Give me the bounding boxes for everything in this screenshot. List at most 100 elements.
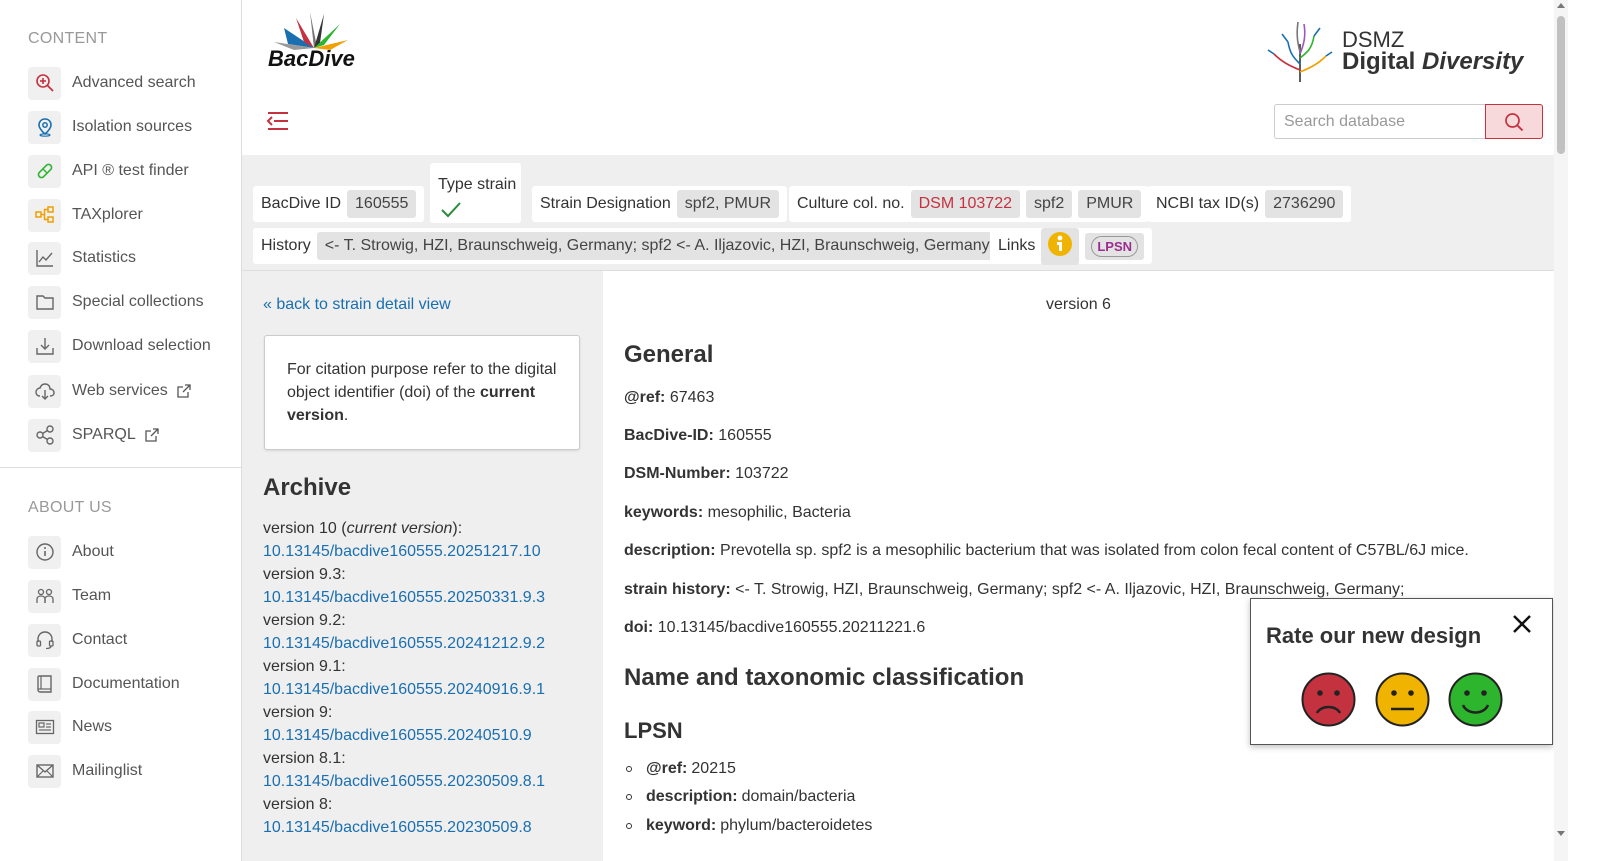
sidebar-item-sparql[interactable]: SPARQL [28, 418, 160, 452]
archive-doi-link[interactable]: 10.13145/bacdive160555.20251217.10 [263, 540, 593, 563]
culture-value: spf2 [1026, 190, 1073, 218]
sidebar-item-statistics[interactable]: Statistics [28, 241, 136, 275]
archive-version: version 9: [263, 704, 333, 721]
sidebar-item-label: Isolation sources [72, 118, 193, 135]
strain-designation-label: Strain Designation [540, 195, 671, 212]
sidebar-item-taxplorer[interactable]: TAXplorer [28, 198, 143, 232]
field-doi: doi: 10.13145/bacdive160555.20211221.6 [624, 619, 926, 636]
sidebar-item-news[interactable]: News [28, 710, 112, 744]
line-chart-icon [28, 241, 61, 275]
strain-info-bar: BacDive ID 160555 Type strain Strain Des… [242, 155, 1554, 271]
sidebar-item-label: Web services [72, 382, 168, 399]
citation-box: For citation purpose refer to the digita… [264, 335, 580, 450]
sidebar-item-label: SPARQL [72, 426, 136, 443]
close-icon[interactable] [1509, 611, 1535, 637]
sidebar-item-api-test-finder[interactable]: API ® test finder [28, 154, 189, 188]
culture-label: Culture col. no. [797, 195, 905, 212]
page-scrollbar[interactable] [1554, 0, 1568, 861]
info-link-button[interactable] [1041, 227, 1080, 265]
sidebar-item-download-selection[interactable]: Download selection [28, 329, 211, 363]
archive-doi-link[interactable]: 10.13145/bacdive160555.20240916.9.1 [263, 678, 593, 701]
sidebar-item-special-collections[interactable]: Special collections [28, 285, 204, 319]
archive-version: version 9.2: [263, 612, 346, 629]
sidebar-item-label: Download selection [72, 337, 211, 354]
pill-icon [28, 154, 61, 188]
sidebar-item-label: Special collections [72, 293, 204, 310]
sidebar-item-mailinglist[interactable]: Mailinglist [28, 754, 142, 788]
ncbi-value: 2736290 [1265, 190, 1344, 218]
external-link-icon [176, 383, 192, 399]
ncbi-tax-chip: NCBI tax ID(s) 2736290 [1148, 186, 1352, 222]
folder-icon [28, 285, 61, 319]
sidebar-divider [0, 467, 242, 468]
archive-doi-link[interactable]: 10.13145/bacdive160555.20240510.9 [263, 724, 593, 747]
sidebar-item-contact[interactable]: Contact [28, 623, 127, 657]
sidebar-item-label: About [72, 543, 114, 560]
archive-list: version 10 (current version): 10.13145/b… [263, 517, 593, 839]
back-to-strain-link[interactable]: « back to strain detail view [263, 296, 451, 314]
sidebar-item-team[interactable]: Team [28, 579, 111, 613]
checkmark-icon [441, 202, 461, 218]
field-bacdive-id: BacDive-ID: 160555 [624, 427, 772, 444]
history-label: History [261, 237, 311, 254]
zoom-in-icon [28, 66, 61, 100]
search-input[interactable] [1274, 104, 1486, 139]
info-person-icon [1048, 231, 1073, 256]
scroll-down-arrow[interactable] [1557, 831, 1565, 836]
lpsn-item: keyword: phylum/bacteroidetes [624, 817, 872, 835]
menu-toggle-icon[interactable] [266, 110, 290, 132]
external-link-icon [144, 427, 160, 443]
sidebar-item-web-services[interactable]: Web services [28, 374, 192, 408]
sidebar-item-label: Advanced search [72, 74, 196, 91]
scroll-thumb[interactable] [1557, 16, 1565, 154]
search-button[interactable] [1485, 104, 1543, 139]
bacdive-id-label: BacDive ID [261, 195, 342, 212]
bacdive-id-value: 160555 [347, 190, 417, 218]
newspaper-icon [28, 710, 61, 744]
archive-doi-link[interactable]: 10.13145/bacdive160555.20241212.9.2 [263, 632, 593, 655]
header: BacDive DSMZ Digital Diversity [242, 0, 1554, 155]
sidebar-item-advanced-search[interactable]: Advanced search [28, 66, 196, 100]
archive-doi-link[interactable]: 10.13145/bacdive160555.20230509.8 [263, 816, 593, 839]
bacdive-logo-text: BacDive [268, 46, 355, 71]
lpsn-badge: LPSN [1091, 235, 1139, 257]
info-icon [28, 535, 61, 569]
sidebar-item-label: Statistics [72, 249, 137, 266]
neutral-face-icon[interactable] [1375, 672, 1430, 727]
field-strain-history: strain history: <- T. Strowig, HZI, Brau… [624, 581, 1405, 598]
sad-face-icon[interactable] [1301, 672, 1356, 727]
headset-icon [28, 623, 61, 657]
sidebar: CONTENT Advanced search Isolation source… [0, 0, 242, 861]
tree-icon [28, 198, 61, 232]
links-chip: Links LPSN [990, 227, 1153, 265]
archive-title: Archive [263, 474, 352, 501]
culture-link-dsm[interactable]: DSM 103722 [910, 190, 1020, 218]
strain-designation-chip: Strain Designation spf2, PMUR [532, 186, 787, 222]
ncbi-label: NCBI tax ID(s) [1156, 195, 1260, 212]
lpsn-item: description: domain/bacteria [624, 788, 855, 806]
sidebar-item-documentation[interactable]: Documentation [28, 667, 180, 701]
about-section-title: ABOUT US [28, 499, 112, 516]
taxonomy-heading: Name and taxonomic classification [624, 664, 1025, 691]
lpsn-link-button[interactable]: LPSN [1085, 232, 1145, 260]
team-icon [28, 579, 61, 613]
bacdive-logo[interactable]: BacDive [264, 12, 364, 90]
bacdive-id-chip: BacDive ID 160555 [253, 186, 425, 222]
sidebar-item-isolation-sources[interactable]: Isolation sources [28, 110, 192, 144]
lpsn-item: @ref: 20215 [624, 760, 736, 778]
sidebar-item-label: Team [72, 587, 112, 604]
scroll-up-arrow[interactable] [1557, 3, 1565, 8]
sidebar-item-label: Mailinglist [72, 762, 143, 779]
archive-doi-link[interactable]: 10.13145/bacdive160555.20250331.9.3 [263, 586, 593, 609]
content-section-title: CONTENT [28, 30, 108, 47]
archive-version: version 10 (current version): [263, 520, 463, 537]
culture-collection-chip: Culture col. no. DSM 103722 spf2 PMUR [789, 186, 1150, 222]
search-icon [1505, 112, 1524, 131]
happy-face-icon[interactable] [1448, 672, 1503, 727]
archive-doi-link[interactable]: 10.13145/bacdive160555.20230509.8.1 [263, 770, 593, 793]
sidebar-item-about[interactable]: About [28, 535, 114, 569]
history-value: <- T. Strowig, HZI, Braunschweig, German… [316, 232, 1003, 260]
book-icon [28, 667, 61, 701]
sidebar-item-label: API ® test finder [72, 162, 189, 179]
type-strain-label: Type strain [438, 176, 517, 193]
